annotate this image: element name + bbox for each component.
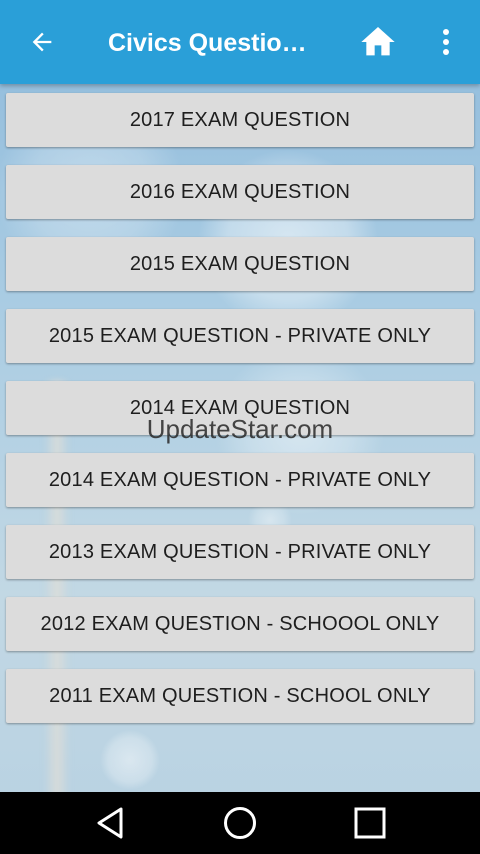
system-navigation-bar <box>0 792 480 854</box>
exam-button-2012-school[interactable]: 2012 EXAM QUESTION - SCHOOOL ONLY <box>6 597 474 651</box>
exam-button-2011-school[interactable]: 2011 EXAM QUESTION - SCHOOL ONLY <box>6 669 474 723</box>
home-button[interactable] <box>354 20 402 64</box>
square-recents-icon <box>354 807 386 839</box>
page-title: Civics Questio… <box>108 29 307 57</box>
exam-button-2014-private[interactable]: 2014 EXAM QUESTION - PRIVATE ONLY <box>6 453 474 507</box>
exam-button-2014[interactable]: 2014 EXAM QUESTION <box>6 381 474 435</box>
exam-button-2017[interactable]: 2017 EXAM QUESTION <box>6 93 474 147</box>
background-blur-shape <box>44 380 70 800</box>
circle-home-icon <box>224 807 256 839</box>
nav-home-button[interactable] <box>210 800 270 846</box>
arrow-left-icon <box>32 32 52 52</box>
triangle-back-icon <box>97 807 123 839</box>
exam-button-2015-private[interactable]: 2015 EXAM QUESTION - PRIVATE ONLY <box>6 309 474 363</box>
exam-button-2016[interactable]: 2016 EXAM QUESTION <box>6 165 474 219</box>
overflow-menu-button[interactable] <box>430 22 462 62</box>
back-button[interactable] <box>20 22 64 62</box>
home-icon <box>361 27 395 56</box>
more-vert-icon <box>443 29 449 55</box>
app-bar: Civics Questio… <box>0 0 480 84</box>
nav-back-button[interactable] <box>80 800 140 846</box>
exam-button-2015[interactable]: 2015 EXAM QUESTION <box>6 237 474 291</box>
exam-button-2013-private[interactable]: 2013 EXAM QUESTION - PRIVATE ONLY <box>6 525 474 579</box>
nav-recents-button[interactable] <box>340 800 400 846</box>
